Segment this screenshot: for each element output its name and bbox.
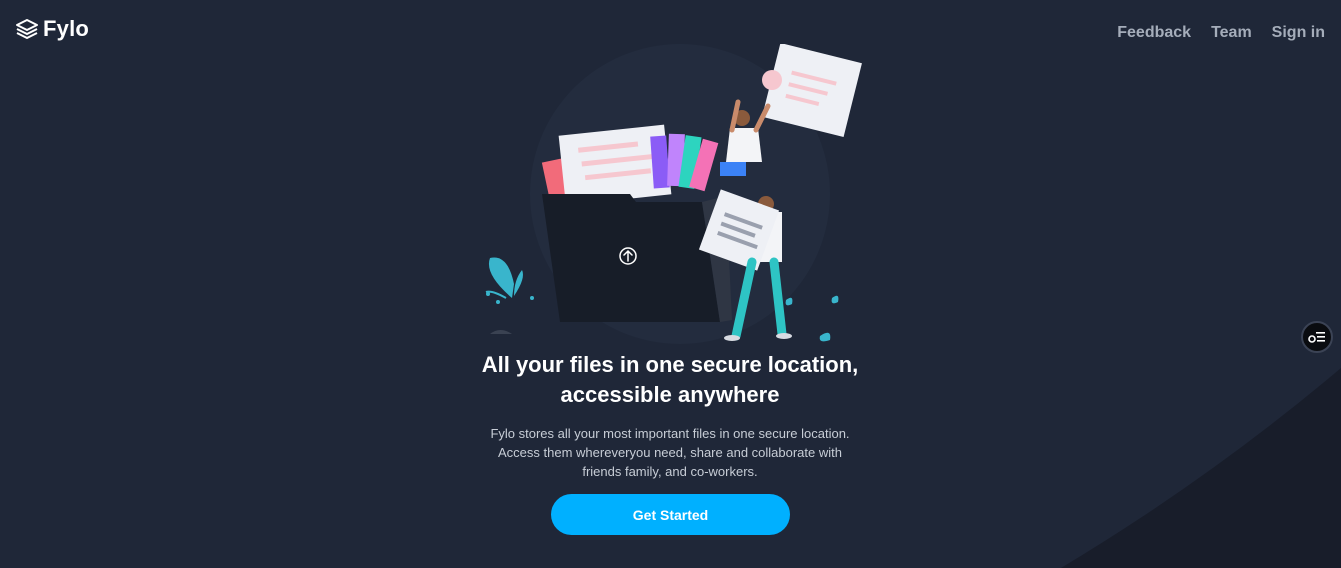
background-curve	[1061, 368, 1341, 568]
brand-logo[interactable]: Fylo	[15, 16, 89, 42]
get-started-button[interactable]: Get Started	[551, 494, 790, 535]
hero-description-line-3: friends family, and co-workers.	[582, 464, 758, 479]
hero-description: Fylo stores all your most important file…	[445, 424, 895, 481]
hero-title: All your files in one secure location, a…	[420, 350, 920, 410]
brand-name: Fylo	[43, 16, 90, 41]
hero-description-line-2: Access them whereveryou need, share and …	[498, 445, 842, 460]
hero-title-line-1: All your files in one secure location,	[481, 352, 859, 377]
toggle-list-icon	[1308, 332, 1325, 343]
side-widget-button[interactable]	[1301, 321, 1333, 353]
hero-title-line-2: accessible anywhere	[560, 382, 780, 407]
hero-illustration	[485, 44, 862, 344]
nav-link-sign-in[interactable]: Sign in	[1272, 24, 1325, 42]
nav-link-feedback[interactable]: Feedback	[1117, 24, 1191, 42]
hero-description-line-1: Fylo stores all your most important file…	[490, 426, 850, 441]
top-nav: Feedback Team Sign in	[1117, 24, 1325, 42]
nav-link-team[interactable]: Team	[1211, 24, 1252, 42]
stacked-layers-icon	[16, 19, 38, 39]
